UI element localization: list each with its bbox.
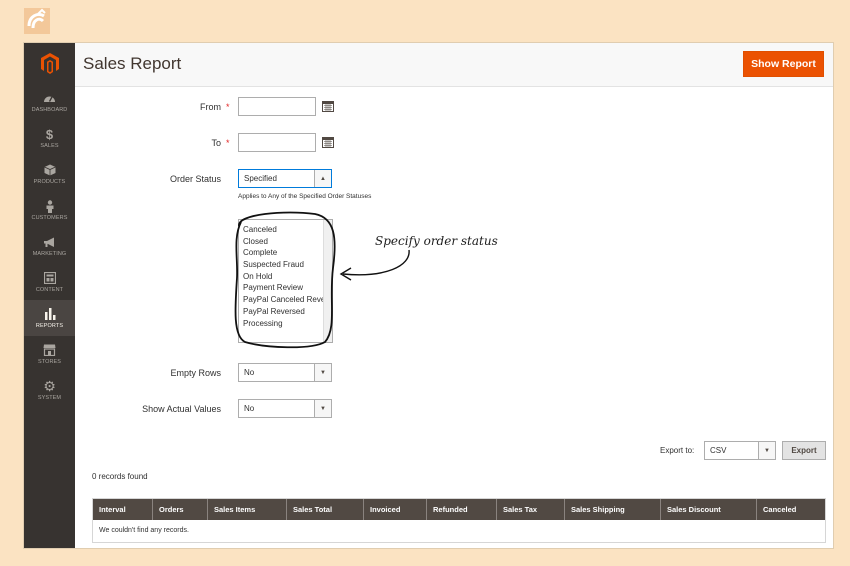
sidebar-item-label: PRODUCTS xyxy=(33,179,66,185)
magento-logo[interactable] xyxy=(24,43,75,84)
export-format-value: CSV xyxy=(710,446,727,455)
order-status-label: Order Status xyxy=(169,174,221,184)
column-header-sales-shipping[interactable]: Sales Shipping xyxy=(565,499,661,520)
sidebar-item-dashboard[interactable]: DASHBOARD xyxy=(24,84,75,120)
sidebar-item-label: CUSTOMERS xyxy=(31,215,68,221)
bar-chart-icon xyxy=(43,307,57,321)
report-grid: Interval Orders Sales Items Sales Total … xyxy=(92,498,826,543)
export-to-label: Export to: xyxy=(660,446,695,455)
sidebar-item-stores[interactable]: STORES xyxy=(24,336,75,372)
column-header-refunded[interactable]: Refunded xyxy=(427,499,497,520)
required-mark: * xyxy=(226,138,230,148)
annotation-text: Specify order status xyxy=(375,234,498,248)
sidebar-item-label: REPORTS xyxy=(35,323,64,329)
page-title: Sales Report xyxy=(83,54,182,73)
main-content: Sales Report Show Report From * To * Ord… xyxy=(75,43,833,548)
calendar-icon[interactable] xyxy=(322,136,334,148)
order-status-value: Specified xyxy=(244,174,277,183)
grid-empty-message: We couldn't find any records. xyxy=(93,520,825,542)
grid-header-row: Interval Orders Sales Items Sales Total … xyxy=(93,499,825,520)
column-header-sales-tax[interactable]: Sales Tax xyxy=(497,499,565,520)
from-label: From xyxy=(200,102,221,112)
layout-icon xyxy=(43,271,57,285)
column-header-canceled[interactable]: Canceled xyxy=(757,499,825,520)
dashboard-icon xyxy=(43,91,57,105)
show-actual-values-label: Show Actual Values xyxy=(142,404,221,414)
annotation-drawing xyxy=(234,211,410,349)
calendar-icon[interactable] xyxy=(322,100,334,112)
to-label: To xyxy=(211,138,221,148)
chevron-down-icon: ▼ xyxy=(758,442,775,459)
export-format-select[interactable]: CSV ▼ xyxy=(704,441,776,460)
empty-rows-value: No xyxy=(244,368,255,377)
required-mark: * xyxy=(226,102,230,112)
show-actual-values-value: No xyxy=(244,404,255,413)
chevron-down-icon: ▼ xyxy=(314,364,331,381)
gear-icon: ⚙ xyxy=(43,377,56,394)
sidebar-item-reports[interactable]: REPORTS xyxy=(24,300,75,336)
from-date-input[interactable] xyxy=(238,97,316,116)
order-status-hint: Applies to Any of the Specified Order St… xyxy=(238,193,372,200)
column-header-interval[interactable]: Interval xyxy=(93,499,153,520)
sidebar-item-content[interactable]: CONTENT xyxy=(24,264,75,300)
sidebar-item-customers[interactable]: CUSTOMERS xyxy=(24,192,75,228)
export-button[interactable]: Export xyxy=(782,441,826,460)
sidebar-nav: DASHBOARD $ SALES PRODUCTS CUSTOMERS MAR… xyxy=(24,84,75,408)
sidebar-item-sales[interactable]: $ SALES xyxy=(24,120,75,156)
sidebar-item-system[interactable]: ⚙ SYSTEM xyxy=(24,372,75,408)
sidebar-item-label: CONTENT xyxy=(35,287,64,293)
order-status-select[interactable]: Specified ▲ xyxy=(238,169,332,188)
page-header: Sales Report Show Report xyxy=(75,43,833,87)
records-found: 0 records found xyxy=(92,472,148,481)
cube-icon xyxy=(43,163,57,177)
sidebar-item-label: STORES xyxy=(37,359,62,365)
to-date-input[interactable] xyxy=(238,133,316,152)
admin-sidebar: DASHBOARD $ SALES PRODUCTS CUSTOMERS MAR… xyxy=(24,43,75,548)
show-actual-values-select[interactable]: No ▼ xyxy=(238,399,332,418)
show-report-button[interactable]: Show Report xyxy=(743,51,824,77)
sidebar-item-label: MARKETING xyxy=(32,251,67,257)
megaphone-icon xyxy=(43,235,57,249)
column-header-invoiced[interactable]: Invoiced xyxy=(364,499,427,520)
sidebar-item-marketing[interactable]: MARKETING xyxy=(24,228,75,264)
dollar-icon: $ xyxy=(45,126,54,142)
column-header-sales-discount[interactable]: Sales Discount xyxy=(661,499,757,520)
chevron-up-icon: ▲ xyxy=(314,170,331,187)
corner-logo-icon xyxy=(24,8,50,34)
sidebar-item-label: SALES xyxy=(40,143,59,149)
admin-window: DASHBOARD $ SALES PRODUCTS CUSTOMERS MAR… xyxy=(23,42,834,549)
empty-rows-select[interactable]: No ▼ xyxy=(238,363,332,382)
store-icon xyxy=(43,343,57,357)
column-header-sales-total[interactable]: Sales Total xyxy=(287,499,364,520)
sidebar-item-products[interactable]: PRODUCTS xyxy=(24,156,75,192)
sidebar-item-label: DASHBOARD xyxy=(31,107,68,113)
sidebar-item-label: SYSTEM xyxy=(37,395,62,401)
person-icon xyxy=(43,199,57,213)
chevron-down-icon: ▼ xyxy=(314,400,331,417)
magento-logo-icon xyxy=(40,53,59,74)
column-header-orders[interactable]: Orders xyxy=(153,499,208,520)
column-header-sales-items[interactable]: Sales Items xyxy=(208,499,287,520)
empty-rows-label: Empty Rows xyxy=(170,368,221,378)
